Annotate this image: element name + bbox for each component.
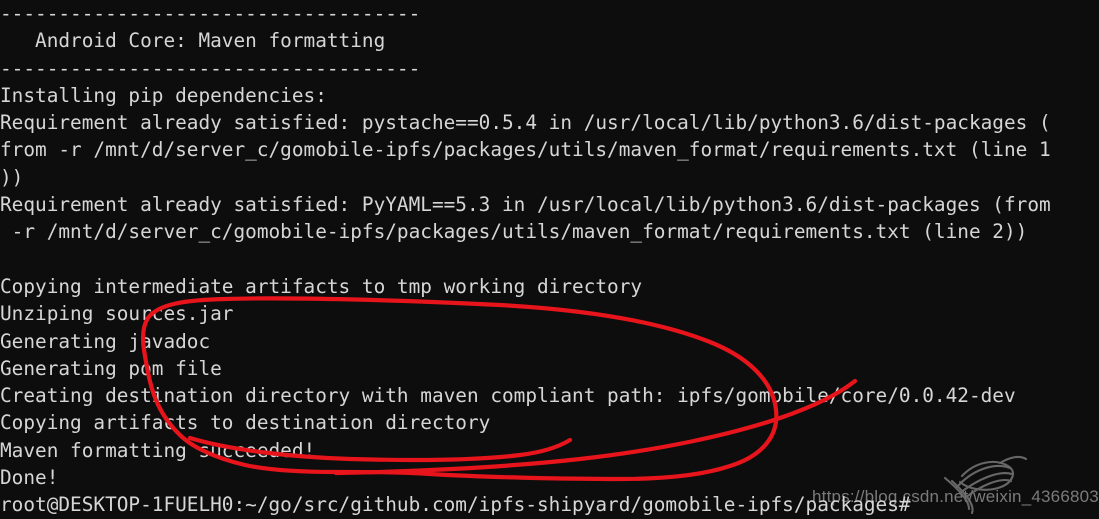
terminal-line: -r /mnt/d/server_c/gomobile-ipfs/package… [0,220,1028,244]
terminal-line: ------------------------------------ [0,2,421,25]
terminal-line: Generating javadoc [0,329,211,353]
terminal-line: Creating destination directory with mave… [0,384,1016,408]
terminal-line: Installing pip dependencies: [0,83,327,107]
terminal-line: Requirement already satisfied: PyYAML==5… [0,193,1051,217]
terminal-line: from -r /mnt/d/server_c/gomobile-ipfs/pa… [0,138,1051,162]
terminal-window[interactable]: ------------------------------------ And… [0,0,1099,519]
terminal-line: Requirement already satisfied: pystache=… [0,111,1051,135]
terminal-line: Copying artifacts to destination directo… [0,411,491,435]
terminal-line: Copying intermediate artifacts to tmp wo… [0,274,643,298]
terminal-line: Generating pom file [0,356,222,380]
terminal-line: Unziping sources.jar [0,302,234,326]
terminal-line: )) [0,165,24,189]
terminal-output: ------------------------------------ And… [0,0,1099,519]
terminal-line: ------------------------------------ [0,56,421,80]
terminal-line: Maven formatting succeeded! [0,438,316,462]
terminal-prompt-line: root@DESKTOP-1FUELH0:~/go/src/github.com… [0,493,911,517]
terminal-line: Android Core: Maven formatting [0,29,386,53]
terminal-line: Done! [0,466,59,490]
